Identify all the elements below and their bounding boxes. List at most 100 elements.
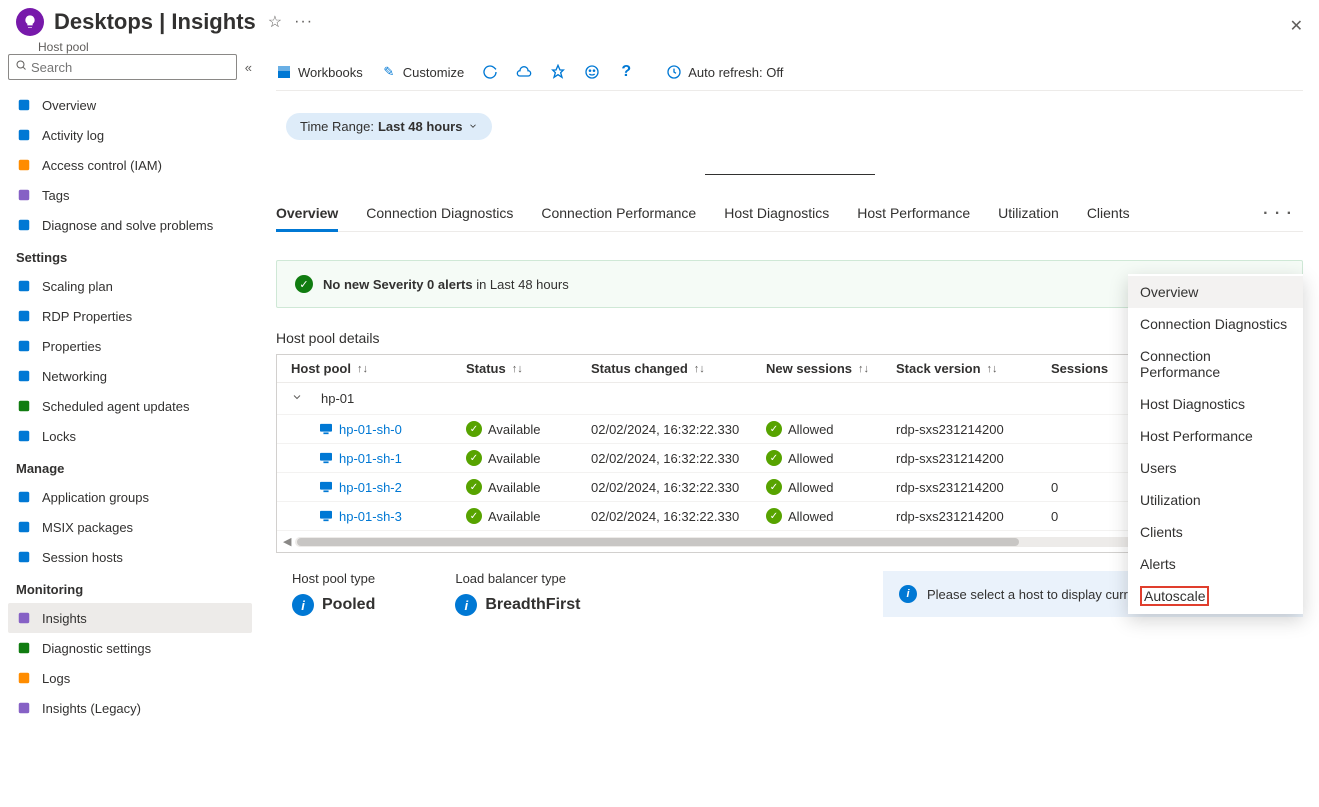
tab-host-performance[interactable]: Host Performance <box>857 205 970 231</box>
search-input-wrap[interactable] <box>8 54 237 80</box>
sidebar-item-insights-legacy-[interactable]: Insights (Legacy) <box>8 693 252 723</box>
host-link[interactable]: hp-01-sh-0 <box>319 422 466 437</box>
nav-item-icon <box>16 308 32 324</box>
sidebar-item-scheduled-agent-updates[interactable]: Scheduled agent updates <box>8 391 252 421</box>
nav-item-label: Activity log <box>42 128 104 143</box>
sidebar-collapse-icon[interactable]: « <box>245 60 252 75</box>
tab-host-diagnostics[interactable]: Host Diagnostics <box>724 205 829 231</box>
sidebar-item-locks[interactable]: Locks <box>8 421 252 451</box>
dropdown-item-connection-performance[interactable]: Connection Performance <box>1128 340 1303 388</box>
sidebar-item-rdp-properties[interactable]: RDP Properties <box>8 301 252 331</box>
tabs-more-icon[interactable]: · · · <box>1253 205 1303 231</box>
stack-version: rdp-sxs231214200 <box>896 509 1051 524</box>
sidebar-item-networking[interactable]: Networking <box>8 361 252 391</box>
nav-item-icon <box>16 368 32 384</box>
cloud-icon[interactable] <box>516 64 532 80</box>
sidebar-item-application-groups[interactable]: Application groups <box>8 482 252 512</box>
sidebar-item-session-hosts[interactable]: Session hosts <box>8 542 252 572</box>
search-icon <box>15 58 27 76</box>
sidebar-item-tags[interactable]: Tags <box>8 180 252 210</box>
autorefresh-label: Auto refresh: Off <box>688 65 783 80</box>
nav-item-label: Session hosts <box>42 550 123 565</box>
sort-icon[interactable]: ↑↓ <box>512 363 523 375</box>
toolbar: Workbooks ✎ Customize ? <box>276 54 1303 91</box>
status-changed: 02/02/2024, 16:32:22.330 <box>591 451 766 466</box>
nav-item-label: RDP Properties <box>42 309 132 324</box>
dropdown-item-host-performance[interactable]: Host Performance <box>1128 420 1303 452</box>
dropdown-item-alerts[interactable]: Alerts <box>1128 548 1303 580</box>
th-status[interactable]: Status <box>466 361 506 376</box>
nav-item-label: Diagnose and solve problems <box>42 218 213 233</box>
header-more-icon[interactable]: ··· <box>294 13 313 31</box>
scroll-left-icon[interactable]: ◀ <box>283 535 291 548</box>
sidebar-item-scaling-plan[interactable]: Scaling plan <box>8 271 252 301</box>
sidebar-item-properties[interactable]: Properties <box>8 331 252 361</box>
stack-version: rdp-sxs231214200 <box>896 451 1051 466</box>
th-newsessions[interactable]: New sessions <box>766 361 852 376</box>
status-changed: 02/02/2024, 16:32:22.330 <box>591 422 766 437</box>
nav-item-icon <box>16 398 32 414</box>
feedback-icon[interactable] <box>584 64 600 80</box>
tab-clients[interactable]: Clients <box>1087 205 1130 231</box>
workbooks-icon <box>276 64 292 80</box>
autorefresh-button[interactable]: Auto refresh: Off <box>666 64 783 80</box>
check-circle-icon: ✓ <box>766 450 782 466</box>
page-title: Desktops | Insights <box>54 9 256 35</box>
close-icon[interactable]: ✕ <box>1290 16 1303 36</box>
sidebar-item-msix-packages[interactable]: MSIX packages <box>8 512 252 542</box>
dropdown-item-connection-diagnostics[interactable]: Connection Diagnostics <box>1128 308 1303 340</box>
scroll-thumb[interactable] <box>297 538 1018 546</box>
sidebar-item-activity-log[interactable]: Activity log <box>8 120 252 150</box>
sidebar-item-diagnose-and-solve-problems[interactable]: Diagnose and solve problems <box>8 210 252 240</box>
sort-icon[interactable]: ↑↓ <box>357 363 368 375</box>
lb-label: Load balancer type <box>455 571 580 586</box>
host-link[interactable]: hp-01-sh-2 <box>319 480 466 495</box>
tab-overview[interactable]: Overview <box>276 205 338 231</box>
page-subtitle: Host pool <box>38 40 1319 54</box>
stack-version: rdp-sxs231214200 <box>896 422 1051 437</box>
th-sessions[interactable]: Sessions <box>1051 361 1108 376</box>
th-hostpool[interactable]: Host pool <box>291 361 351 376</box>
pin-icon[interactable] <box>550 64 566 80</box>
stack-version: rdp-sxs231214200 <box>896 480 1051 495</box>
customize-button[interactable]: ✎ Customize <box>381 64 464 80</box>
sort-icon[interactable]: ↑↓ <box>858 363 869 375</box>
refresh-icon[interactable] <box>482 64 498 80</box>
th-changed[interactable]: Status changed <box>591 361 688 376</box>
dropdown-item-clients[interactable]: Clients <box>1128 516 1303 548</box>
customize-label: Customize <box>403 65 464 80</box>
status-text: Available <box>488 509 541 524</box>
nav-item-icon <box>16 489 32 505</box>
sort-icon[interactable]: ↑↓ <box>987 363 998 375</box>
sort-icon[interactable]: ↑↓ <box>694 363 705 375</box>
nav-item-icon <box>16 700 32 716</box>
time-range-label: Time Range: <box>300 119 374 134</box>
dropdown-item-overview[interactable]: Overview <box>1128 276 1303 308</box>
search-input[interactable] <box>31 60 230 75</box>
status-changed: 02/02/2024, 16:32:22.330 <box>591 509 766 524</box>
sidebar-item-overview[interactable]: Overview <box>8 90 252 120</box>
sidebar-item-logs[interactable]: Logs <box>8 663 252 693</box>
host-link[interactable]: hp-01-sh-3 <box>319 509 466 524</box>
favorite-star-icon[interactable]: ☆ <box>268 12 282 32</box>
dropdown-item-host-diagnostics[interactable]: Host Diagnostics <box>1128 388 1303 420</box>
sidebar-item-access-control-iam-[interactable]: Access control (IAM) <box>8 150 252 180</box>
workbooks-button[interactable]: Workbooks <box>276 64 363 80</box>
time-range-pill[interactable]: Time Range: Last 48 hours <box>286 113 492 140</box>
sidebar-item-insights[interactable]: Insights <box>8 603 252 633</box>
newsessions-text: Allowed <box>788 480 834 495</box>
chevron-down-icon <box>291 391 303 406</box>
th-stack[interactable]: Stack version <box>896 361 981 376</box>
sidebar-item-diagnostic-settings[interactable]: Diagnostic settings <box>8 633 252 663</box>
tab-connection-diagnostics[interactable]: Connection Diagnostics <box>366 205 513 231</box>
help-icon[interactable]: ? <box>618 64 634 80</box>
dropdown-item-users[interactable]: Users <box>1128 452 1303 484</box>
tab-utilization[interactable]: Utilization <box>998 205 1059 231</box>
info-circle-icon: i <box>292 594 314 616</box>
nav-item-label: Locks <box>42 429 76 444</box>
check-circle-icon: ✓ <box>466 479 482 495</box>
tab-connection-performance[interactable]: Connection Performance <box>541 205 696 231</box>
dropdown-item-autoscale[interactable]: Autoscale <box>1128 580 1303 612</box>
dropdown-item-utilization[interactable]: Utilization <box>1128 484 1303 516</box>
host-link[interactable]: hp-01-sh-1 <box>319 451 466 466</box>
